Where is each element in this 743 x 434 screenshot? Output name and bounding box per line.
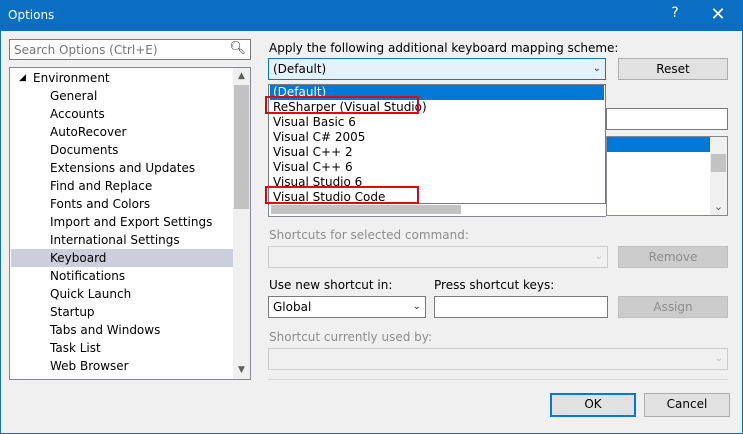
scroll-down-icon[interactable]: ⌄	[710, 198, 727, 215]
search-box[interactable]: 🔍︎	[9, 39, 251, 60]
commands-list-scrollbar[interactable]: ⌄	[710, 137, 727, 215]
show-commands-input[interactable]	[606, 108, 728, 130]
tree-item-label: Environment	[33, 71, 110, 85]
options-window: 🔍︎ ◢ Environment General Accounts AutoRe…	[0, 31, 743, 434]
tree-item-international[interactable]: International Settings	[11, 231, 233, 249]
tree-item-label: General	[50, 89, 98, 103]
options-tree[interactable]: ◢ Environment General Accounts AutoRecov…	[9, 67, 251, 380]
press-keys-input[interactable]	[434, 296, 608, 318]
tree-item-label: Task List	[50, 341, 101, 355]
tree-item-label: Accounts	[50, 107, 105, 121]
currently-used-by-label: Shortcut currently used by:	[269, 330, 433, 344]
title-bar: Options ? ✕	[0, 0, 743, 31]
shortcuts-for-command-combo[interactable]: ⌄	[268, 246, 608, 268]
chevron-down-icon[interactable]: ⌄	[413, 297, 421, 317]
dropdown-option[interactable]: Visual C# 2005	[270, 130, 604, 145]
highlight-box-vscode	[265, 186, 419, 204]
tree-item-general[interactable]: General	[11, 87, 233, 105]
tree-item-keyboard[interactable]: Keyboard	[11, 249, 233, 267]
ok-button[interactable]: OK	[550, 393, 636, 417]
chevron-down-icon[interactable]: ⌄	[715, 349, 723, 369]
tree-item-tabs-windows[interactable]: Tabs and Windows	[11, 321, 233, 339]
tree-item-autorecover[interactable]: AutoRecover	[11, 123, 233, 141]
tree-item-label: AutoRecover	[50, 125, 127, 139]
tree-item-quick-launch[interactable]: Quick Launch	[11, 285, 233, 303]
remove-button[interactable]: Remove	[618, 246, 728, 268]
tree-item-label: Startup	[50, 305, 95, 319]
help-button[interactable]: ?	[664, 5, 686, 25]
chevron-down-icon[interactable]: ⌄	[593, 59, 601, 79]
close-button[interactable]: ✕	[703, 3, 733, 27]
tree-item-fonts-colors[interactable]: Fonts and Colors	[11, 195, 233, 213]
tree-item-task-list[interactable]: Task List	[11, 339, 233, 357]
cancel-button[interactable]: Cancel	[644, 393, 730, 417]
scroll-down-icon[interactable]: ▼	[233, 362, 250, 379]
commands-list-selected-row[interactable]	[607, 137, 711, 152]
mapping-scheme-value: (Default)	[273, 62, 327, 76]
currently-used-by-combo[interactable]: ⌄	[268, 348, 728, 370]
highlight-box-resharper	[265, 96, 419, 114]
tree-item-label: Import and Export Settings	[50, 215, 213, 229]
scroll-thumb[interactable]	[234, 85, 249, 209]
tree-scrollbar[interactable]: ▲ ▼	[233, 68, 250, 379]
dropdown-option[interactable]: Visual Basic 6	[270, 115, 604, 130]
scroll-thumb[interactable]	[711, 154, 726, 172]
tree-item-label: Notifications	[50, 269, 126, 283]
tree-item-import-export[interactable]: Import and Export Settings	[11, 213, 233, 231]
tree-item-find-replace[interactable]: Find and Replace	[11, 177, 233, 195]
tree-item-label: Keyboard	[50, 251, 107, 265]
use-new-shortcut-combo[interactable]: Global ⌄	[268, 296, 426, 318]
mapping-scheme-label: Apply the following additional keyboard …	[269, 41, 619, 55]
shortcuts-for-command-label: Shortcuts for selected command:	[269, 228, 469, 242]
assign-button[interactable]: Assign	[618, 296, 728, 318]
tree-item-environment[interactable]: ◢ Environment	[11, 69, 233, 87]
commands-list-hscroll-area	[268, 203, 606, 217]
search-input[interactable]	[10, 40, 225, 59]
expand-triangle-icon[interactable]: ◢	[19, 69, 26, 87]
tree-item-label: Web Browser	[50, 359, 129, 373]
tree-item-label: Find and Replace	[50, 179, 153, 193]
scroll-up-icon[interactable]: ▲	[233, 68, 250, 85]
use-new-shortcut-label: Use new shortcut in:	[269, 278, 393, 292]
tree-item-label: Fonts and Colors	[50, 197, 151, 211]
tree-item-notifications[interactable]: Notifications	[11, 267, 233, 285]
tree-item-accounts[interactable]: Accounts	[11, 105, 233, 123]
tree-item-label: Tabs and Windows	[50, 323, 161, 337]
tree-item-label: Quick Launch	[50, 287, 132, 301]
tree-item-web-browser[interactable]: Web Browser	[11, 357, 233, 375]
tree-item-label: Documents	[50, 143, 119, 157]
search-icon[interactable]: 🔍︎	[229, 41, 246, 56]
tree-item-startup[interactable]: Startup	[11, 303, 233, 321]
hscroll-thumb[interactable]	[271, 205, 461, 214]
tree-item-label: International Settings	[50, 233, 180, 247]
dropdown-option[interactable]: Visual C++ 2	[270, 145, 604, 160]
reset-button[interactable]: Reset	[618, 58, 728, 80]
dropdown-option[interactable]: Visual C++ 6	[270, 160, 604, 175]
mapping-scheme-combo[interactable]: (Default) ⌄	[268, 58, 606, 80]
use-new-shortcut-value: Global	[273, 300, 312, 314]
commands-list[interactable]: ⌄	[606, 136, 728, 216]
tree-item-documents[interactable]: Documents	[11, 141, 233, 159]
tree-item-label: Extensions and Updates	[50, 161, 196, 175]
window-title: Options	[8, 8, 55, 22]
separator-line	[268, 379, 728, 380]
tree-item-extensions[interactable]: Extensions and Updates	[11, 159, 233, 177]
press-keys-label: Press shortcut keys:	[434, 278, 555, 292]
chevron-down-icon[interactable]: ⌄	[595, 247, 603, 267]
